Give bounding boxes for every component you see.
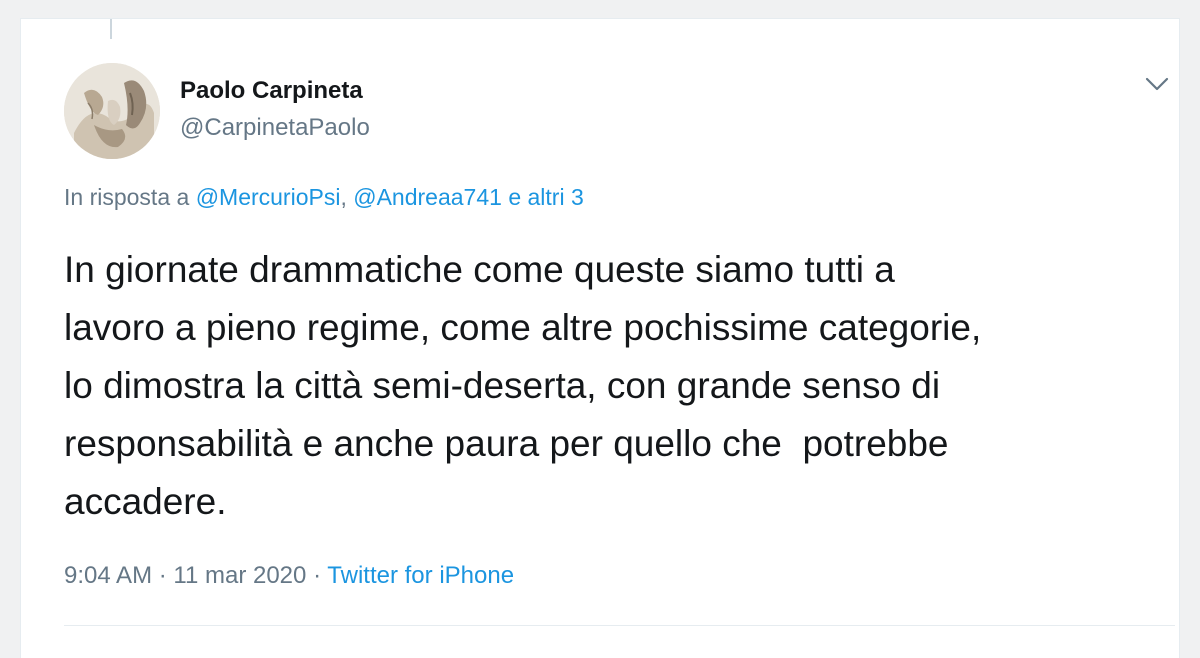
reply-prefix: In risposta a — [64, 184, 190, 210]
tweet-date[interactable]: 11 mar 2020 — [173, 562, 306, 589]
mention-others[interactable]: e altri 3 — [508, 184, 583, 210]
chevron-down-icon — [1145, 77, 1169, 91]
divider — [64, 625, 1175, 626]
thread-connector-line — [110, 19, 112, 39]
meta-dot: · — [313, 562, 322, 589]
tweet-menu-button[interactable] — [1139, 71, 1175, 99]
tweet-source-link[interactable]: Twitter for iPhone — [327, 562, 514, 589]
tweet-text: In giornate drammatiche come queste siam… — [64, 249, 982, 522]
mention-andreaa741[interactable]: @Andreaa741 — [353, 184, 502, 210]
mention-separator: , — [340, 184, 347, 210]
author-handle[interactable]: @CarpinetaPaolo — [180, 114, 370, 142]
mention-mercuriopsi[interactable]: @MercurioPsi — [196, 184, 341, 210]
tweet-card: Paolo Carpineta @CarpinetaPaolo In rispo… — [20, 18, 1180, 658]
avatar[interactable] — [64, 63, 160, 159]
tweet-time[interactable]: 9:04 AM — [64, 562, 152, 589]
avatar-image — [64, 63, 160, 159]
meta-dot: · — [158, 562, 167, 589]
reply-context: In risposta a @MercurioPsi, @Andreaa741 … — [64, 184, 584, 211]
tweet-metadata: 9:04 AM · 11 mar 2020 · Twitter for iPho… — [64, 562, 514, 590]
author-display-name[interactable]: Paolo Carpineta — [180, 77, 363, 105]
